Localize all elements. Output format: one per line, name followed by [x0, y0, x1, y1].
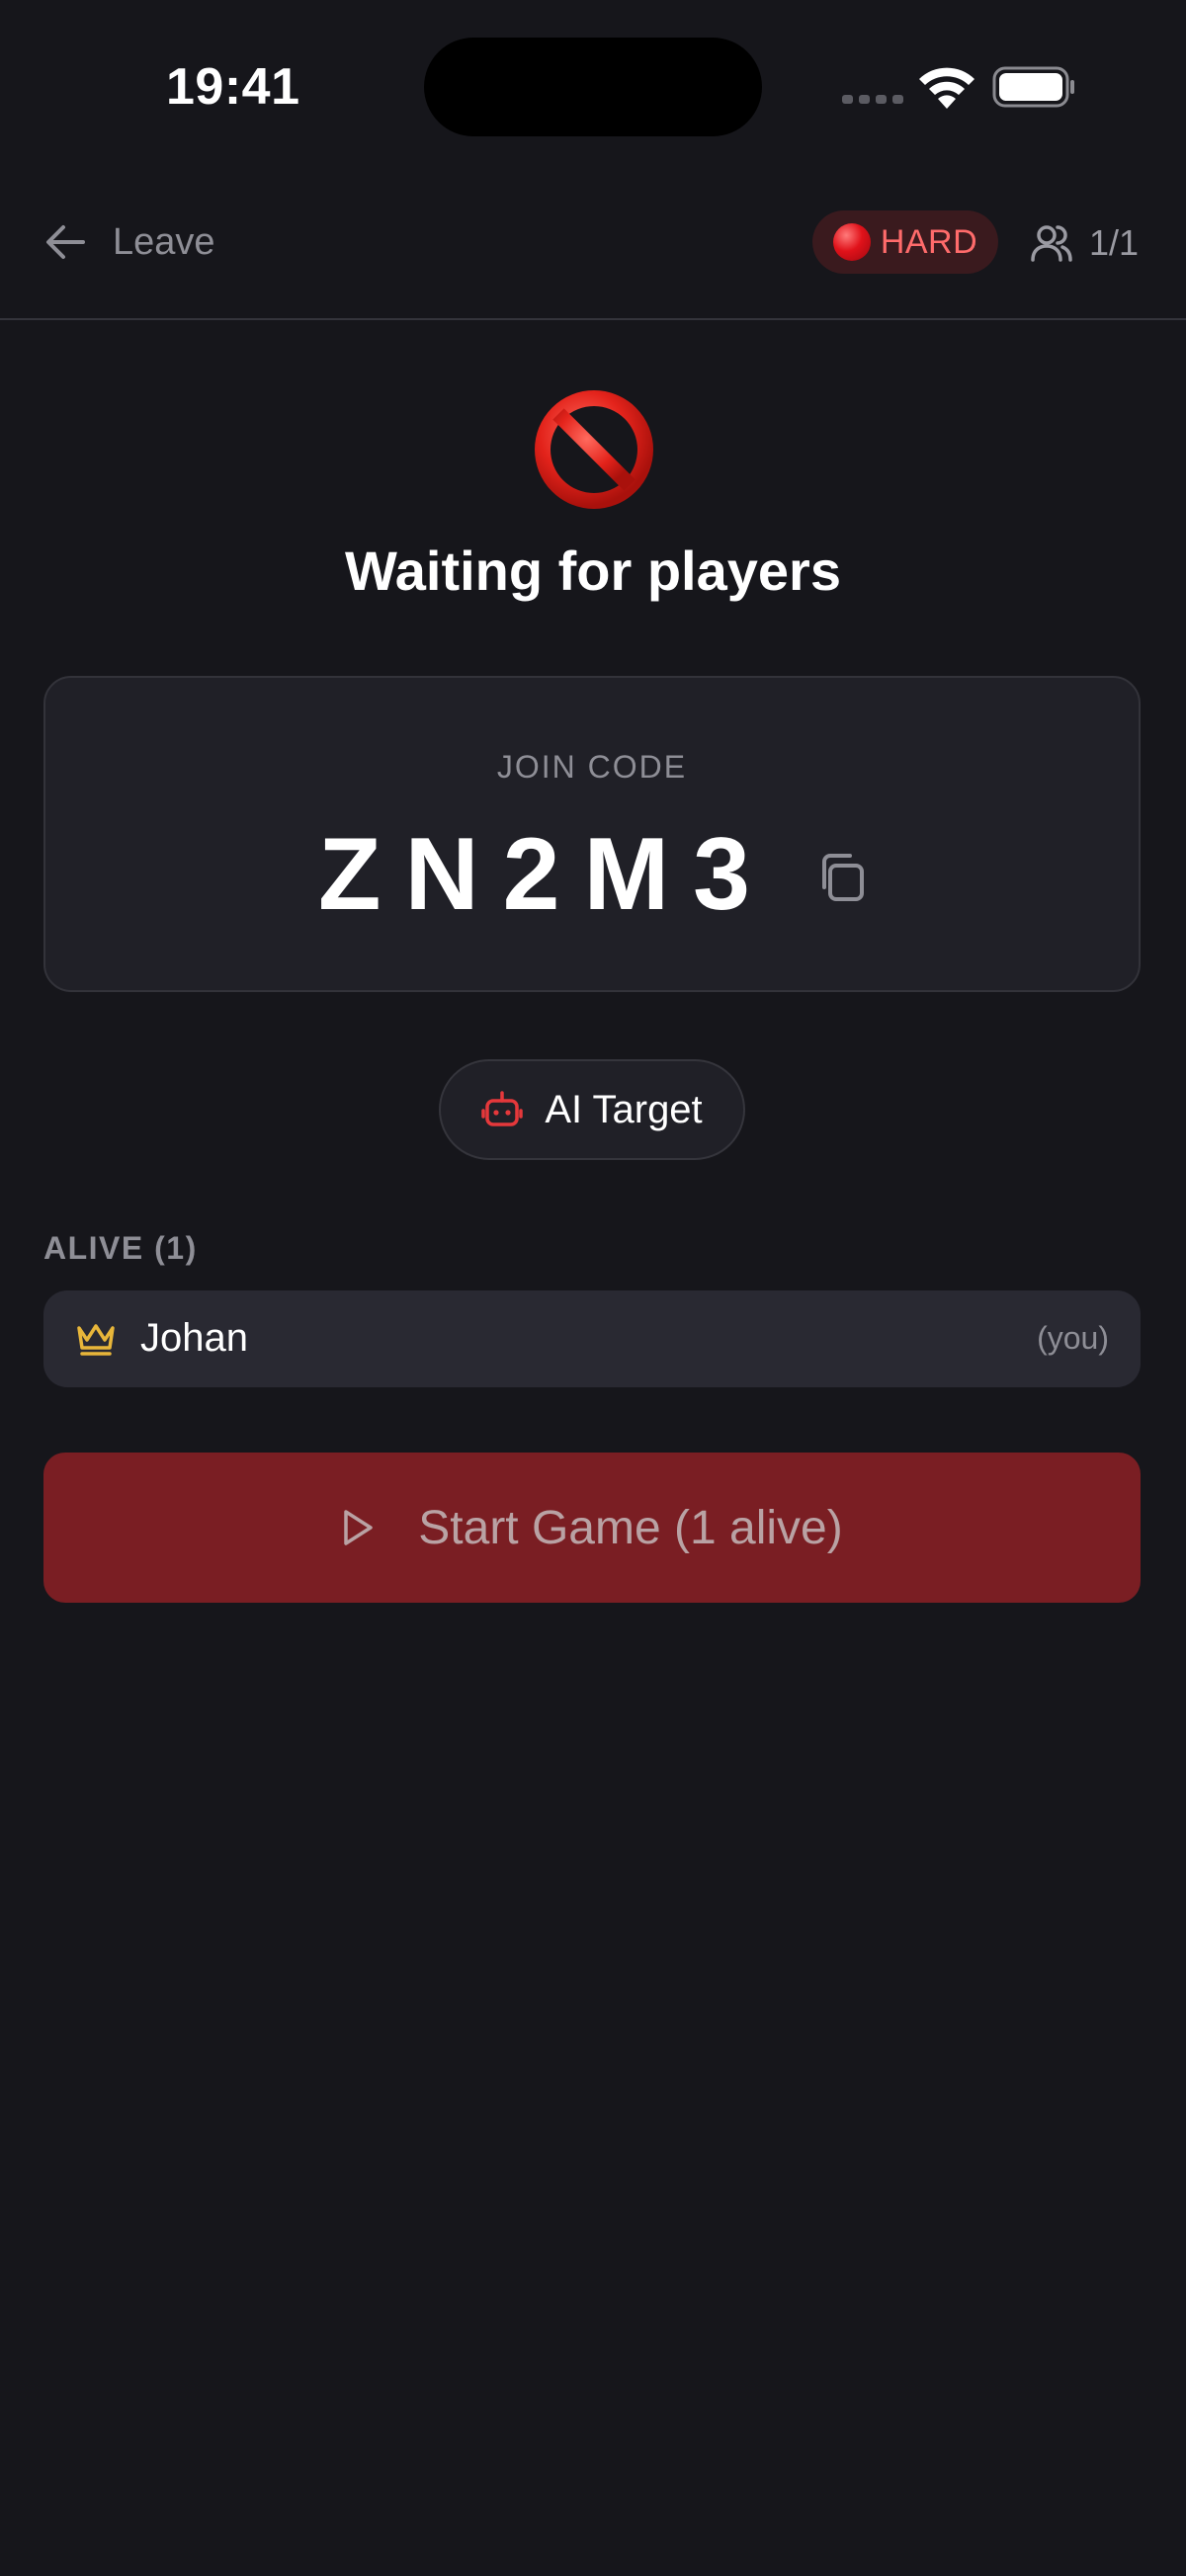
- lobby-header: Leave HARD 1/1: [0, 168, 1186, 320]
- alive-section-title: ALIVE (1): [43, 1230, 198, 1266]
- crown-icon: [77, 1324, 115, 1356]
- battery-icon: [992, 66, 1074, 108]
- status-bar: 19:41: [0, 0, 1186, 168]
- page-title: Waiting for players: [344, 540, 841, 602]
- player-count-label: 1/1: [1089, 222, 1140, 263]
- play-icon: [344, 1510, 374, 1545]
- leave-button[interactable]: Leave: [43, 211, 215, 273]
- player-count: 1/1: [1030, 214, 1139, 272]
- start-game-button[interactable]: Start Game (1 alive): [43, 1453, 1141, 1603]
- users-icon: [1031, 225, 1072, 262]
- leave-label: Leave: [113, 220, 215, 263]
- status-time: 19:41: [166, 58, 300, 116]
- difficulty-label: HARD: [880, 222, 978, 261]
- ai-target-label: AI Target: [545, 1087, 703, 1131]
- ai-target-button[interactable]: AI Target: [439, 1059, 745, 1160]
- player-list-item: Johan (you): [43, 1290, 1141, 1387]
- wifi-icon: [919, 67, 974, 109]
- cellular-signal-icon: [842, 95, 903, 105]
- join-code-caption: JOIN CODE: [496, 749, 688, 785]
- red-circle-icon: [832, 223, 871, 261]
- start-game-label: Start Game (1 alive): [418, 1501, 843, 1554]
- robot-icon: [481, 1091, 524, 1126]
- join-code-value: ZN2M3: [318, 817, 774, 932]
- dynamic-island: [424, 38, 762, 136]
- player-you-tag: (you): [1037, 1320, 1109, 1356]
- back-arrow-icon: [46, 225, 85, 259]
- copy-icon[interactable]: [812, 848, 874, 909]
- prohibited-icon: [535, 390, 653, 509]
- join-code-card: JOIN CODE ZN2M3: [43, 676, 1141, 992]
- player-name: Johan: [140, 1316, 248, 1360]
- difficulty-badge: HARD: [812, 210, 998, 274]
